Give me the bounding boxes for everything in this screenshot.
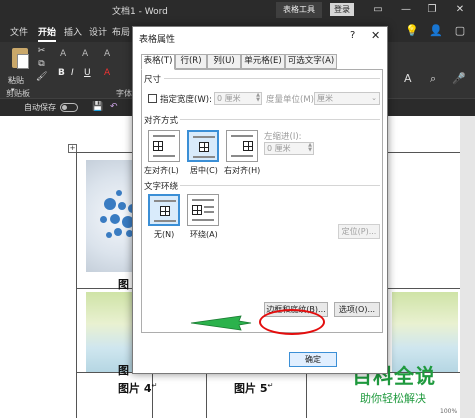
tab-row[interactable]: 行(R) [175,54,207,69]
indent-from-left-label: 左缩进(I): [264,132,302,142]
borders-and-shading-button[interactable]: 边框和底纹(B)... [264,302,328,317]
underline-button[interactable]: U [84,68,91,78]
table-tools-label: 表格工具 [276,2,322,18]
tab-layout[interactable]: 布局 [112,25,130,38]
wrap-around-label: 环绕(A) [190,230,218,239]
image-caption: 图 [118,278,129,291]
dialog-title: 表格属性 [139,35,176,45]
title-bar: 文档1 - Word 表格工具 登录 ▭ — ❐ ✕ [0,0,475,20]
align-right-label: 右对齐(H) [224,166,261,175]
format-painter-icon[interactable]: 🖌 [36,72,47,83]
image-caption-5: 图片 5↵ [234,381,274,395]
wrap-around-icon [192,205,202,215]
image-caption: 图 [118,364,129,377]
tab-design[interactable]: 设计 [89,25,107,38]
wrap-none-icon [160,206,170,216]
autosave-label: 自动保存 [24,103,56,112]
cut-icon[interactable]: ✂ [36,46,47,57]
indent-from-left-input[interactable]: 0 厘米 ▲ ▼ [264,142,314,155]
dialog-close-button[interactable]: ✕ [371,29,380,42]
ribbon-display-icon[interactable]: ▭ [370,2,386,18]
italic-button[interactable]: I [71,68,74,78]
styles-icon[interactable]: A [404,72,412,85]
preferred-width-label: 指定宽度(W): [160,95,212,105]
measure-in-select[interactable]: 厘米 ⌄ [314,92,380,105]
close-window-button[interactable]: ✕ [452,2,468,18]
bold-button[interactable]: B [58,68,65,78]
minimize-button[interactable]: — [398,2,414,18]
help-button[interactable]: ? [350,30,355,41]
green-arrow-annotation [190,315,252,331]
align-center-option[interactable] [187,130,219,162]
paste-label: 粘贴 [8,76,24,85]
wrap-none-label: 无(N) [154,230,175,239]
text-wrapping-section-title: 文字环绕 [144,182,179,192]
align-left-option[interactable] [148,130,180,162]
measure-in-label: 度量单位(M): [266,95,317,105]
tab-table[interactable]: 表格(T) [141,54,175,70]
lightbulb-icon[interactable]: 💡 [404,23,420,39]
align-right-icon [243,141,253,151]
font-style-icon[interactable]: A [60,49,66,59]
ok-button[interactable]: 确定 [289,352,337,367]
positioning-button[interactable]: 定位(P)... [338,224,380,239]
watermark-subtitle: 助你轻松解决 [360,392,426,405]
options-button[interactable]: 选项(O)... [334,302,380,317]
share-person-icon[interactable]: 👤 [428,23,444,39]
login-button[interactable]: 登录 [330,3,354,16]
autosave-toggle[interactable] [60,103,78,112]
tab-file[interactable]: 文件 [10,25,28,38]
tab-insert[interactable]: 插入 [64,25,82,38]
paste-button[interactable] [9,46,31,72]
align-left-label: 左对齐(L) [144,166,179,175]
table-properties-dialog: 表格属性 ? ✕ 表格(T) 行(R) 列(U) 单元格(E) 可选文字(A) … [132,26,388,374]
editing-icon[interactable]: ⌕ [430,72,436,86]
tab-column[interactable]: 列(U) [207,54,241,69]
document-title: 文档1 - Word [112,7,168,17]
undo-icon[interactable]: ↶ [110,102,118,112]
tab-alt-text[interactable]: 可选文字(A) [285,54,337,69]
save-icon[interactable]: 💾 [92,102,103,112]
align-center-icon [199,142,209,152]
font-color-button[interactable]: A [104,68,110,78]
zoom-level: 100% [440,408,458,415]
tab-home[interactable]: 开始 [38,25,57,42]
wrap-around-option[interactable] [187,194,219,226]
dictate-icon[interactable]: 🎤 [452,72,466,85]
font-size-icon[interactable]: A [104,49,110,59]
tab-cell[interactable]: 单元格(E) [241,54,285,69]
align-right-option[interactable] [226,130,258,162]
chevron-down-icon: ⌄ [371,94,377,102]
preferred-width-checkbox[interactable] [148,94,157,103]
table-tab-panel: 尺寸 指定宽度(W): 0 厘米 ▲ ▼ 度量单位(M): 厘米 ⌄ 对齐方式 左对齐… [141,69,383,333]
clear-format-icon[interactable]: A [82,49,88,59]
align-left-icon [153,141,163,151]
copy-icon[interactable]: ⧉ [36,59,47,70]
image-caption-4: 图片 4↵ [118,381,158,395]
alignment-section-title: 对齐方式 [144,116,179,126]
align-center-label: 居中(C) [190,166,218,175]
comment-icon[interactable]: ▢ [452,23,468,39]
preferred-width-input[interactable]: 0 厘米 ▲ ▼ [214,92,262,105]
restore-button[interactable]: ❐ [424,2,440,18]
size-section-title: 尺寸 [144,75,162,85]
wrap-none-option[interactable] [148,194,180,226]
